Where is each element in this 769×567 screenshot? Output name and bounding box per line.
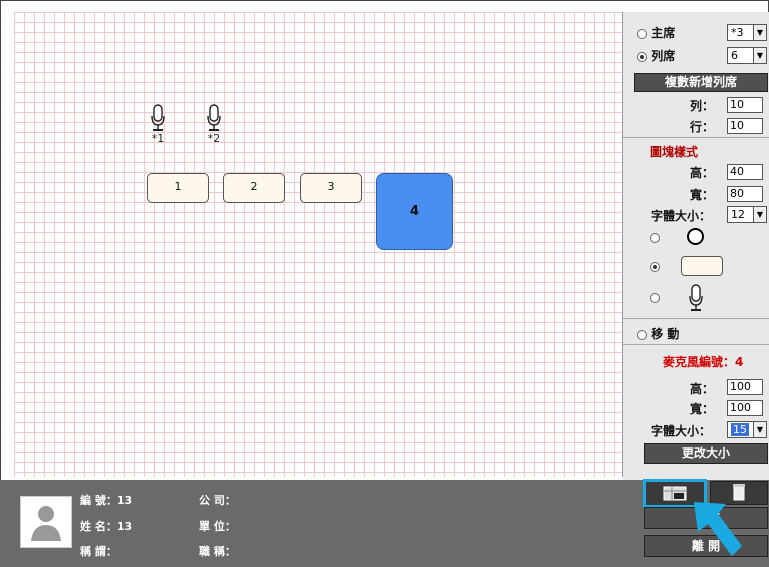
mic-label: *1 [151,132,165,145]
chevron-down-icon[interactable]: ▼ [753,422,766,437]
mic-width-label: 寬： [690,402,715,416]
font-size-select-value: 12 [731,208,745,221]
style-mic-radio[interactable] [650,293,660,303]
avatar [20,496,72,548]
font-size-select[interactable]: 12 ▼ [727,206,767,223]
style-rectangle-radio[interactable] [650,262,660,272]
chair-select[interactable]: *3 ▼ [727,24,767,41]
seating-canvas[interactable] [14,12,623,477]
mic-height-label: 高： [690,382,715,396]
microphone-icon [151,104,165,131]
width-input[interactable]: 80 [727,186,763,202]
mic-font-size-value: 15 [731,423,749,436]
chair-option[interactable]: 主席 [637,24,675,41]
mic-label: *2 [207,132,221,145]
font-size-label: 字體大小： [651,209,712,223]
mic-font-size-select[interactable]: 15 ▼ [727,421,767,438]
attendee-unit: 單 位： [199,520,236,533]
chair-select-value: *3 [731,26,744,39]
rows-label: 行： [690,120,715,134]
attendee-title: 稱 謂： [80,545,117,558]
row-seat-radio[interactable] [637,51,647,62]
mic-font-size-label: 字體大小： [651,424,712,438]
attendee-company: 公 司： [199,494,236,507]
block-style-title: 圖塊樣式 [650,145,699,159]
divider [623,137,769,138]
chair-label: 主席 [651,26,676,40]
height-input[interactable]: 40 [727,164,763,180]
row-seat-option[interactable]: 列席 [637,47,675,64]
seat-block-3[interactable]: 3 [300,173,362,203]
row-seat-select[interactable]: 6 ▼ [727,47,767,64]
attendee-position: 職 稱： [199,545,236,558]
move-option[interactable]: 移 動 [637,325,679,342]
circle-shape-icon [687,228,704,245]
row-seat-label: 列席 [651,49,676,63]
cols-input[interactable]: 10 [727,97,763,113]
rows-input[interactable]: 10 [727,118,763,134]
person-silhouette-icon [31,506,61,541]
row-seat-select-value: 6 [731,49,738,62]
height-label: 高： [690,166,715,180]
width-label: 寬： [690,188,715,202]
mic-1[interactable]: *1 [148,104,168,145]
seat-block-4[interactable]: 4 [376,173,453,250]
cols-label: 列： [690,99,715,113]
resize-button[interactable]: 更改大小 [644,443,768,464]
divider [623,318,769,319]
mic-width-input[interactable]: 100 [727,400,763,416]
chevron-down-icon[interactable]: ▼ [753,48,766,63]
attendee-number: 編 號：13 [80,494,133,507]
chair-radio[interactable] [637,28,647,39]
mic-height-input[interactable]: 100 [727,379,763,395]
seat-block-1[interactable]: 1 [147,173,209,203]
divider [623,344,769,345]
style-circle-radio[interactable] [650,233,660,243]
copy-add-row-seats-button[interactable]: 複數新增列席 [634,73,768,92]
attendee-name: 姓 名：13 [80,520,133,533]
microphone-icon [207,104,221,131]
highlight-arrow-icon [694,502,742,556]
move-radio[interactable] [637,329,647,340]
mic-2[interactable]: *2 [204,104,224,145]
mic-number-title: 麥克風編號：4 [663,355,744,369]
move-label: 移 動 [651,327,680,341]
microphone-icon [689,284,703,311]
chevron-down-icon[interactable]: ▼ [753,25,766,40]
chevron-down-icon[interactable]: ▼ [753,207,766,222]
rounded-rect-shape-icon [681,256,723,276]
seat-block-2[interactable]: 2 [223,173,285,203]
